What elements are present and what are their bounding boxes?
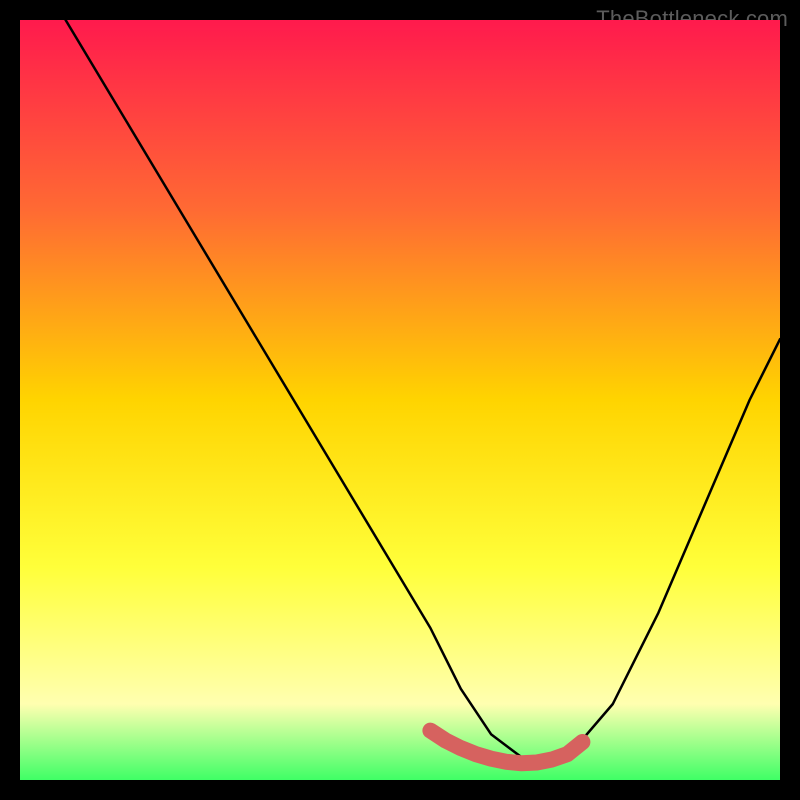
chart-stage: TheBottleneck.com bbox=[0, 0, 800, 800]
bottleneck-chart bbox=[20, 20, 780, 780]
